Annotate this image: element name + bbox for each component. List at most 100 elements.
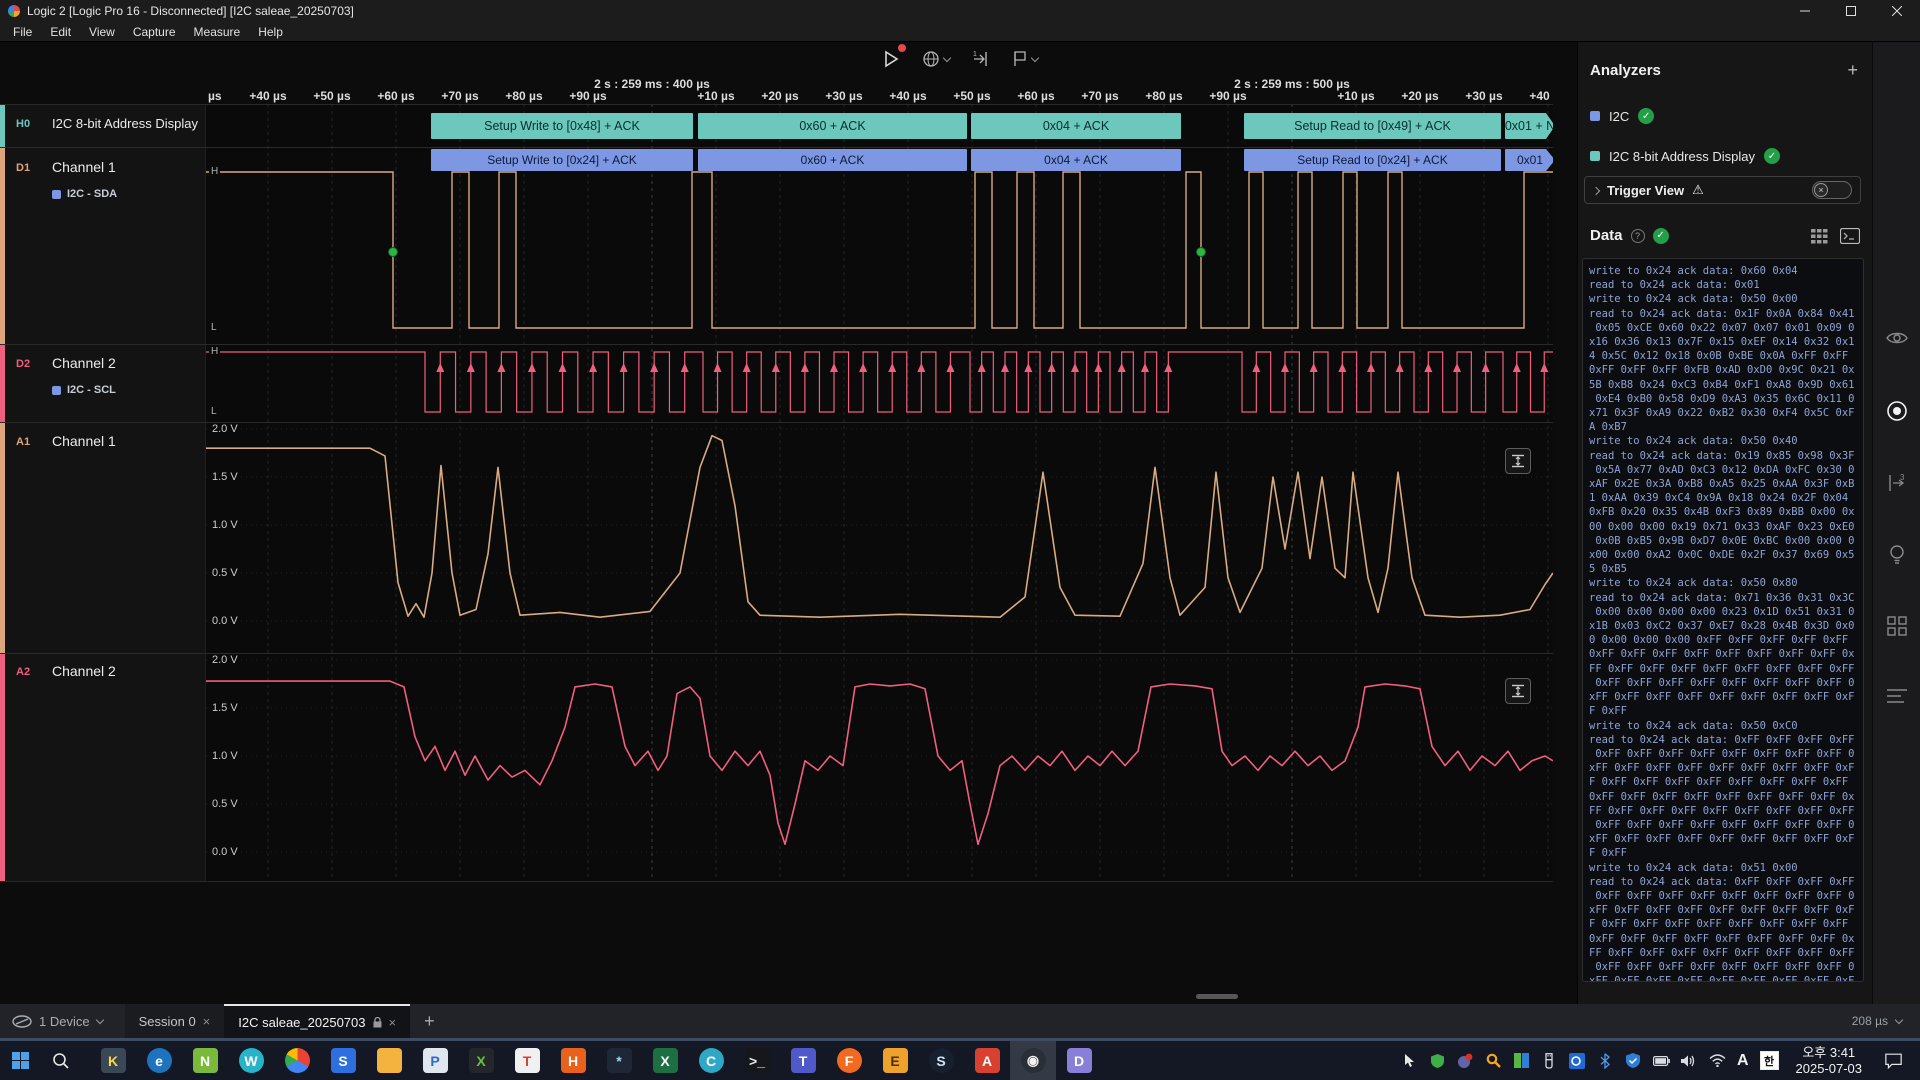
taskbar-app-snowflake-tool[interactable]: * xyxy=(596,1041,642,1080)
capture-button[interactable] xyxy=(879,46,903,72)
i2c-annotation[interactable]: Setup Read to [0x24] + ACK xyxy=(1244,149,1501,171)
channel-analyzer-d2[interactable]: I2C - SCL xyxy=(52,384,116,396)
trigger-button[interactable]: 1 xyxy=(969,47,993,71)
channel-name-a2[interactable]: Channel 2 xyxy=(52,663,116,679)
search-tray-icon[interactable] xyxy=(1485,1052,1502,1069)
taskbar-app-whale-browser[interactable]: W xyxy=(228,1041,274,1080)
volume-icon[interactable] xyxy=(1681,1052,1698,1069)
taskbar-app-notepad-plus[interactable]: N xyxy=(182,1041,228,1080)
capture-info-icon[interactable] xyxy=(1886,400,1908,427)
defender-icon[interactable] xyxy=(1625,1052,1642,1069)
taskbar-app-kakaotalk[interactable]: K xyxy=(90,1041,136,1080)
taskbar-app-chrome[interactable] xyxy=(274,1041,320,1080)
timeline-ruler[interactable]: µs+40 µs+50 µs+60 µs+70 µs+80 µs+90 µs2 … xyxy=(206,76,1553,104)
data-terminal-view-button[interactable] xyxy=(1840,228,1860,249)
taskbar-app-hancom-hwp[interactable]: H xyxy=(550,1041,596,1080)
channel-name-h0[interactable]: I2C 8-bit Address Display xyxy=(52,116,198,131)
channel-analyzer-d1[interactable]: I2C - SDA xyxy=(52,188,117,200)
zoom-level-selector[interactable]: 208 µs xyxy=(1852,1014,1902,1028)
menu-edit[interactable]: Edit xyxy=(41,25,80,39)
taskbar-app-camera-capture[interactable]: ◉ xyxy=(1010,1041,1056,1080)
extensions-icon[interactable] xyxy=(1887,616,1907,641)
i2c-annotation[interactable]: 0x04 + ACK xyxy=(971,149,1181,171)
taskbar-app-steam[interactable]: S xyxy=(918,1041,964,1080)
trigger-view-toggle[interactable]: × xyxy=(1812,181,1852,199)
channel-name-d2[interactable]: Channel 2 xyxy=(52,355,116,371)
channel-name-a1[interactable]: Channel 1 xyxy=(52,433,116,449)
start-button[interactable] xyxy=(0,1041,40,1080)
i2c8bit-annotation[interactable]: 0x60 + ACK xyxy=(698,113,967,139)
minimize-button[interactable] xyxy=(1782,0,1828,22)
i2c8bit-annotation[interactable]: 0x01 + N xyxy=(1505,113,1553,139)
tab-i2c-saleae[interactable]: I2C saleae_20250703 × xyxy=(224,1004,410,1038)
wifi-icon[interactable] xyxy=(1709,1052,1726,1069)
chrome-icon xyxy=(285,1048,310,1073)
annotations-button[interactable] xyxy=(1009,47,1041,71)
help-icon[interactable]: ? xyxy=(1631,229,1645,243)
taskbar-app-firefox[interactable]: F xyxy=(826,1041,872,1080)
tab-close-icon[interactable]: × xyxy=(203,1014,211,1029)
analyzer-item-i2c-8bit[interactable]: I2C 8-bit Address Display✓ xyxy=(1590,148,1780,164)
menu-measure[interactable]: Measure xyxy=(185,25,250,39)
timing-marker-icon[interactable]: 3 xyxy=(1886,472,1908,499)
data-table-view-button[interactable] xyxy=(1811,229,1828,249)
taskbar-app-compass-browser[interactable]: C xyxy=(688,1041,734,1080)
channel-name-d1[interactable]: Channel 1 xyxy=(52,159,116,175)
menu-help[interactable]: Help xyxy=(249,25,292,39)
track-layer[interactable]: H L H L Setup Write to [0x48] + ACKSetup xyxy=(206,104,1553,882)
data-panel[interactable]: write to 0x24 ack data: 0x60 0x04read to… xyxy=(1582,258,1864,982)
outlook-icon[interactable] xyxy=(1569,1052,1586,1069)
a1-autoscale-button[interactable] xyxy=(1505,448,1531,474)
ruler-tick-label: µs xyxy=(208,89,222,103)
i2c-annotation[interactable]: 0x60 + ACK xyxy=(698,149,967,171)
i2c-annotation[interactable]: Setup Write to [0x24] + ACK xyxy=(431,149,693,171)
device-selector[interactable]: 1 Device xyxy=(12,1014,103,1029)
menu-view[interactable]: View xyxy=(80,25,124,39)
battery-icon[interactable] xyxy=(1653,1052,1670,1069)
close-button[interactable] xyxy=(1874,0,1920,22)
taskbar-app-everything-search[interactable]: E xyxy=(872,1041,918,1080)
add-analyzer-button[interactable]: + xyxy=(1847,62,1858,78)
taskbar-app-xshell[interactable]: X xyxy=(458,1041,504,1080)
new-tab-button[interactable]: + xyxy=(424,1011,435,1032)
taskbar-app-photos[interactable]: P xyxy=(412,1041,458,1080)
i2c-annotation[interactable]: 0x01 xyxy=(1505,149,1553,171)
taskbar-app-red-app[interactable]: A xyxy=(964,1041,1010,1080)
visibility-icon[interactable] xyxy=(1886,330,1908,351)
tab-close-icon[interactable]: × xyxy=(389,1015,397,1030)
tray-cursor-icon[interactable] xyxy=(1401,1052,1418,1069)
i2c8bit-annotation[interactable]: Setup Write to [0x48] + ACK xyxy=(431,113,693,139)
taskbar-search-button[interactable] xyxy=(40,1041,82,1080)
menu-capture[interactable]: Capture xyxy=(124,25,185,39)
i2c8bit-annotation[interactable]: Setup Read to [0x49] + ACK xyxy=(1244,113,1501,139)
ime-korean-icon[interactable]: 한 xyxy=(1760,1051,1779,1070)
tray-clock[interactable]: 오후 3:41 2025-07-03 xyxy=(1796,1045,1863,1077)
taskbar-app-edge-browser[interactable]: e xyxy=(136,1041,182,1080)
dual-app-tray-icon[interactable] xyxy=(1513,1052,1530,1069)
taskbar-app-typora[interactable]: T xyxy=(504,1041,550,1080)
taskbar-app-teams[interactable]: T xyxy=(780,1041,826,1080)
ime-language-icon[interactable]: A xyxy=(1737,1052,1749,1070)
menu-file[interactable]: File xyxy=(4,25,41,39)
data-line: 0x5A 0x77 0xAD 0xC3 0x12 0xDA 0xFC 0x30 … xyxy=(1589,463,1863,477)
teams-tray-icon[interactable] xyxy=(1457,1052,1474,1069)
i2c8bit-annotation[interactable]: 0x04 + ACK xyxy=(971,113,1181,139)
horizontal-scrollbar[interactable] xyxy=(1196,994,1238,999)
maximize-button[interactable] xyxy=(1828,0,1874,22)
a2-autoscale-button[interactable] xyxy=(1505,678,1531,704)
analyzer-item-i2c[interactable]: I2C✓ xyxy=(1590,108,1654,124)
measurements-icon[interactable] xyxy=(1887,688,1907,709)
action-center-icon[interactable] xyxy=(1885,1052,1902,1069)
taskbar-app-terminal[interactable]: >_ xyxy=(734,1041,780,1080)
taskbar-app-save-tool[interactable]: S xyxy=(320,1041,366,1080)
tab-session-0[interactable]: Session 0 × xyxy=(125,1004,225,1038)
taskbar-app-purple-app[interactable]: D xyxy=(1056,1041,1102,1080)
bluetooth-icon[interactable] xyxy=(1597,1052,1614,1069)
usb-icon[interactable] xyxy=(1541,1052,1558,1069)
tips-icon[interactable] xyxy=(1888,544,1906,571)
trigger-view-row[interactable]: Trigger View ⚠ × xyxy=(1584,176,1861,204)
taskbar-app-folder[interactable] xyxy=(366,1041,412,1080)
device-settings-button[interactable] xyxy=(919,47,953,71)
taskbar-app-excel[interactable]: X xyxy=(642,1041,688,1080)
tray-shield-icon[interactable] xyxy=(1429,1052,1446,1069)
